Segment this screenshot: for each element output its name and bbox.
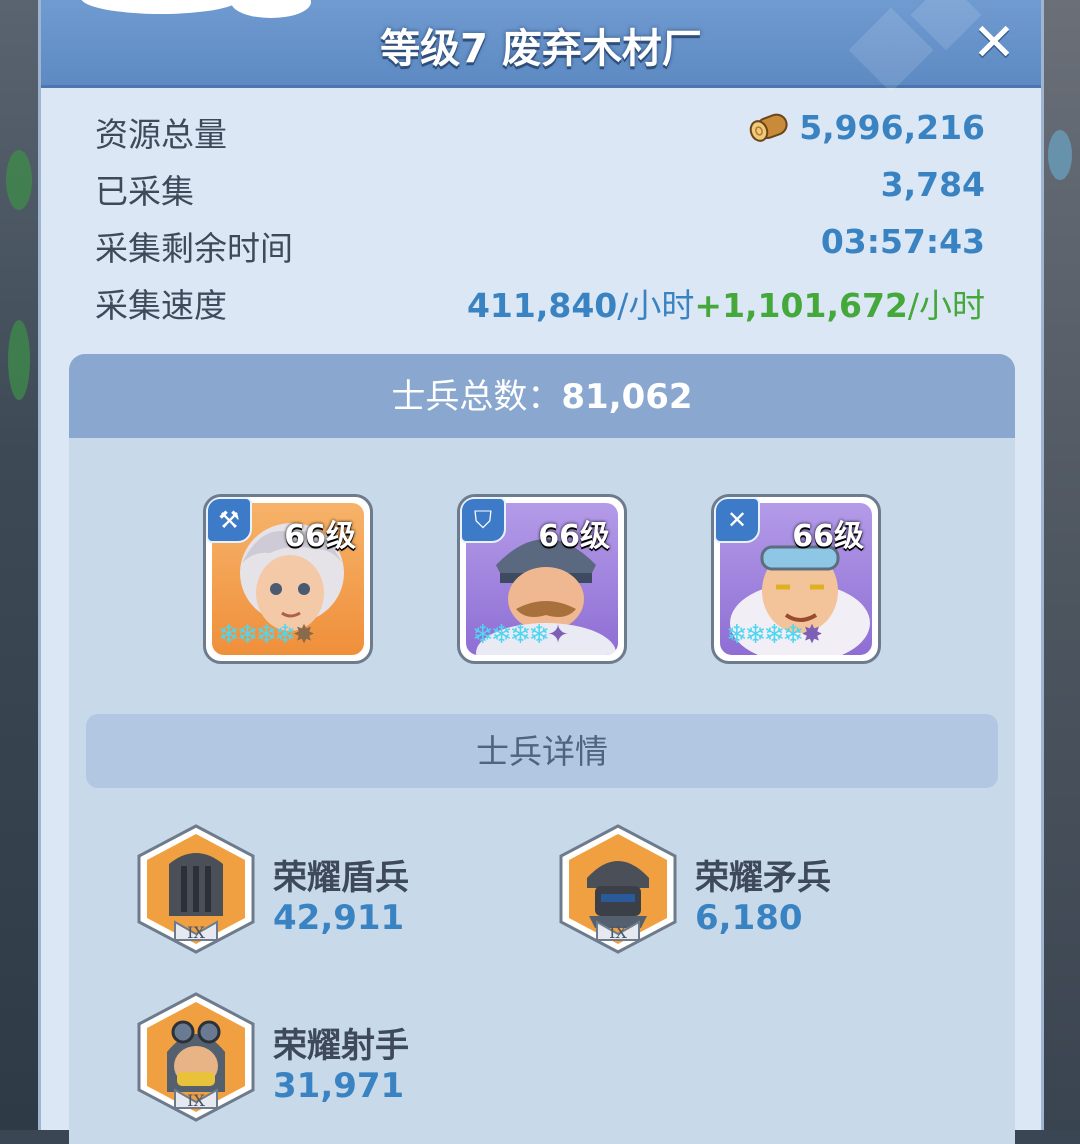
unit-name: 荣耀射手 (273, 1026, 409, 1066)
close-icon: ✕ (972, 13, 1016, 73)
troops-total-label: 士兵总数： (391, 377, 562, 417)
hero-level: 66级 (284, 519, 356, 554)
close-button[interactable]: ✕ (969, 17, 1019, 69)
gather-speed-label: 采集速度 (95, 286, 227, 325)
hero-level: 66级 (538, 519, 610, 554)
collected-row: 已采集 3,784 (95, 161, 985, 218)
resource-point-dialog: 等级7 废弃木材厂 ✕ 资源总量 5,996,216 已采集 3,784 采集剩… (38, 0, 1044, 1144)
unit-name: 荣耀盾兵 (273, 858, 409, 898)
unit-name: 荣耀矛兵 (695, 858, 831, 898)
gather-speed-row: 采集速度 411,840/小时+1,101,672/小时 (95, 275, 985, 332)
shield-icon: ⛉ (460, 497, 506, 543)
dialog-title: 等级7 废弃木材厂 (380, 26, 702, 72)
speed-plus: + (694, 286, 723, 325)
hero-card-1[interactable]: ⚒ 66级 ❄❄❄❄✸ (203, 494, 373, 664)
hero-stars: ❄❄❄❄✸ (218, 620, 315, 650)
svg-text:IX: IX (187, 923, 205, 942)
bonus-speed: 1,101,672 (722, 286, 908, 325)
hero-stars: ❄❄❄❄✦ (472, 620, 569, 650)
time-remaining-value: 03:57:43 (820, 222, 985, 261)
gather-speed-value: 411,840/小时+1,101,672/小时 (467, 279, 985, 327)
wood-log-icon (749, 111, 791, 143)
unit-entry-shield: IX 荣耀盾兵 42,911 (137, 824, 537, 954)
background-foliage (8, 320, 30, 400)
collected-label: 已采集 (95, 172, 194, 211)
collected-value: 3,784 (880, 165, 985, 204)
resource-info: 资源总量 5,996,216 已采集 3,784 采集剩余时间 03:57:43… (95, 104, 985, 332)
unit-count: 31,971 (273, 1066, 405, 1106)
spear-infantry-icon: IX (559, 824, 677, 954)
unit-entry-archer: IX 荣耀射手 31,971 (137, 992, 537, 1122)
time-remaining-label: 采集剩余时间 (95, 229, 293, 268)
svg-text:IX: IX (609, 923, 627, 942)
troop-details-header: 士兵详情 (86, 714, 998, 788)
crossbow-icon: ✕ (714, 497, 760, 543)
total-resource-row: 资源总量 5,996,216 (95, 104, 985, 161)
shield-infantry-icon: IX (137, 824, 255, 954)
dialog-titlebar: 等级7 废弃木材厂 ✕ (41, 0, 1041, 93)
snow-decoration (81, 0, 241, 14)
troops-section: 士兵总数：81,062 ⚒ 66级 ❄❄❄❄✸ ⛉ 66级 ❄❄❄❄✦ ✕ 66… (69, 354, 1015, 1144)
total-resource-value-wrap: 5,996,216 (749, 108, 985, 147)
svg-text:IX: IX (187, 1091, 205, 1110)
archer-icon: IX (137, 992, 255, 1122)
hero-card-2[interactable]: ⛉ 66级 ❄❄❄❄✦ (457, 494, 627, 664)
hero-stars: ❄❄❄❄✸ (726, 620, 823, 650)
speed-unit: /小时 (617, 286, 695, 325)
shovel-icon: ⚒ (206, 497, 252, 543)
total-resource-label: 资源总量 (95, 115, 227, 154)
hero-card-3[interactable]: ✕ 66级 ❄❄❄❄✸ (711, 494, 881, 664)
troops-total-header: 士兵总数：81,062 (69, 354, 1015, 438)
hero-level: 66级 (792, 519, 864, 554)
base-speed: 411,840 (466, 286, 618, 325)
troops-total-value: 81,062 (561, 377, 693, 417)
unit-entry-spear: IX 荣耀矛兵 6,180 (559, 824, 959, 954)
unit-count: 6,180 (695, 898, 803, 938)
background-foliage (6, 150, 32, 210)
background-foliage (1048, 130, 1072, 180)
time-remaining-row: 采集剩余时间 03:57:43 (95, 218, 985, 275)
unit-count: 42,911 (273, 898, 405, 938)
total-resource-value: 5,996,216 (799, 108, 985, 147)
bonus-speed-unit: /小时 (907, 286, 985, 325)
